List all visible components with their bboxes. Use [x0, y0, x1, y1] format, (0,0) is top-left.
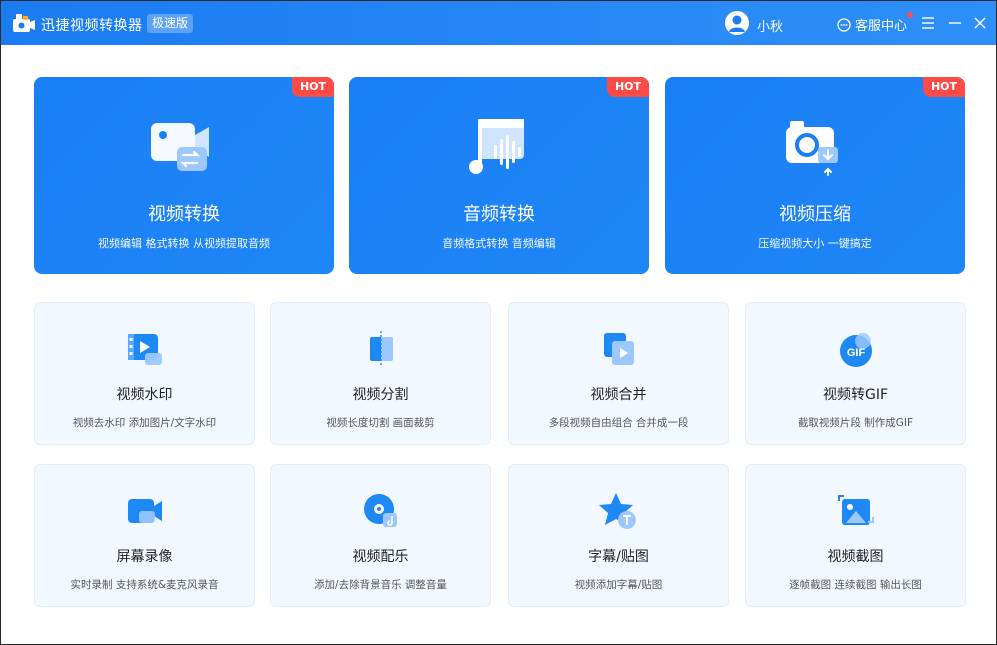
tool-subtitle-sticker[interactable]: 字幕/贴图 视频添加字幕/贴图 [508, 464, 729, 607]
support-label-wrap: 客服中心 [855, 12, 914, 34]
card-title: 视频转换 [148, 204, 220, 225]
card-desc: 视频编辑 格式转换 从视频提取音频 [98, 237, 270, 250]
tool-title: 视频分割 [352, 387, 409, 403]
hot-badge: HOT [923, 77, 965, 97]
watermark-icon [127, 334, 162, 365]
card-video-convert[interactable]: HOT 视频转换 视频编辑 格式转换 从视频提取音频 [34, 77, 334, 274]
card-desc: 音频格式转换 音频编辑 [442, 237, 556, 250]
tool-desc: 视频去水印 添加图片/文字水印 [72, 417, 217, 429]
chat-bubble-icon [837, 17, 851, 32]
screen-record-icon [127, 499, 162, 523]
menu-icon[interactable] [919, 14, 937, 32]
tool-title: 视频水印 [116, 387, 173, 403]
subtitle-icon [598, 493, 636, 529]
tool-video-watermark[interactable]: 视频水印 视频去水印 添加图片/文字水印 [34, 302, 255, 445]
hot-badge: HOT [292, 77, 334, 97]
tool-desc: 视频长度切割 画面裁剪 [326, 417, 435, 429]
tool-video-screenshot[interactable]: 视频截图 逐帧截图 连续截图 输出长图 [745, 464, 966, 607]
card-video-compress[interactable]: HOT 视频压缩 压缩视频大小 一键搞定 [665, 77, 965, 274]
tool-desc: 逐帧截图 连续截图 输出长图 [789, 579, 922, 591]
tool-desc: 实时录制 支持系统&麦克风录音 [70, 579, 219, 591]
hot-badge: HOT [607, 77, 649, 97]
support-label: 客服中心 [855, 19, 908, 34]
card-audio-convert[interactable]: HOT 音频转换 音频格式转换 音频编辑 [349, 77, 649, 274]
gif-icon: GIF [839, 333, 872, 367]
user-avatar[interactable] [725, 11, 749, 35]
gif-icon-text: GIF [846, 347, 865, 359]
support-center-button[interactable]: 客服中心 [837, 12, 914, 34]
tool-title: 视频转GIF [822, 387, 889, 403]
merge-icon [603, 333, 634, 365]
app-title: 迅捷视频转换器 [41, 18, 143, 34]
user-icon [725, 11, 749, 35]
tool-desc: 多段视频自由组合 合并成一段 [548, 417, 689, 429]
video-compress-icon [786, 121, 838, 176]
tool-screen-record[interactable]: 屏幕录像 实时录制 支持系统&麦克风录音 [34, 464, 255, 607]
split-icon [369, 331, 393, 367]
tool-desc: 截取视频片段 制作成GIF [797, 417, 914, 429]
tool-video-to-gif[interactable]: GIF 视频转GIF 截取视频片段 制作成GIF [745, 302, 966, 445]
video-convert-icon [151, 123, 209, 171]
minimize-icon[interactable] [946, 14, 964, 32]
tool-desc: 视频添加字幕/贴图 [574, 579, 663, 591]
notification-dot [907, 12, 914, 18]
close-icon[interactable] [971, 14, 989, 32]
edition-badge: 极速版 [147, 14, 194, 33]
app-logo-icon [13, 14, 35, 32]
tool-title: 屏幕录像 [116, 549, 173, 565]
username[interactable]: 小秋 [757, 16, 783, 35]
tool-title: 字幕/贴图 [588, 549, 649, 565]
card-title: 音频转换 [463, 204, 535, 225]
card-title: 视频压缩 [779, 204, 851, 225]
tool-video-music[interactable]: 视频配乐 添加/去除背景音乐 调整音量 [270, 464, 491, 607]
app-window: 迅捷视频转换器 极速版 小秋 客服中心 HOT 视频转换 视频编辑 格式转换 从… [0, 0, 997, 645]
audio-convert-icon [469, 119, 524, 174]
tool-title: 视频截图 [827, 549, 884, 565]
title-bar: 迅捷视频转换器 极速版 小秋 客服中心 [1, 1, 996, 45]
tool-video-merge[interactable]: 视频合并 多段视频自由组合 合并成一段 [508, 302, 729, 445]
card-desc: 压缩视频大小 一键搞定 [758, 237, 872, 250]
tool-title: 视频合并 [590, 387, 647, 403]
tool-video-split[interactable]: 视频分割 视频长度切割 画面裁剪 [270, 302, 491, 445]
screenshot-icon [837, 495, 874, 525]
tool-desc: 添加/去除背景音乐 调整音量 [314, 579, 447, 591]
music-icon [363, 494, 397, 527]
tool-title: 视频配乐 [352, 549, 409, 565]
